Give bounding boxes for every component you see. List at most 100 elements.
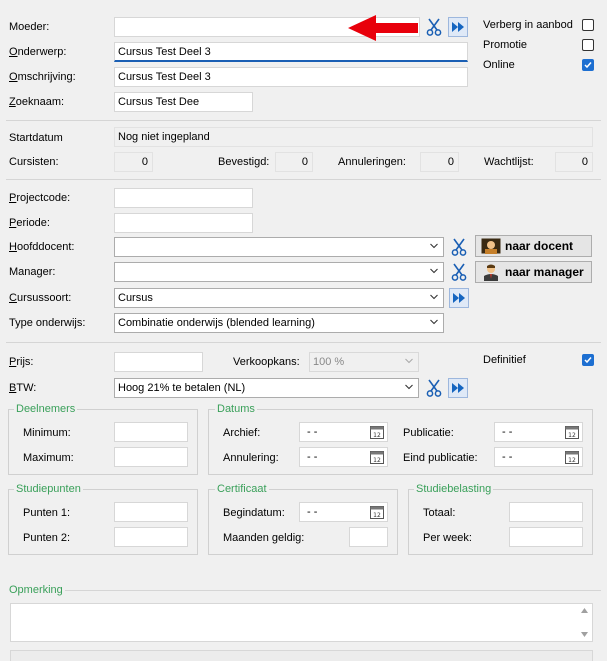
- datums-title: Datums: [215, 403, 257, 415]
- check-icon: [584, 357, 592, 364]
- wachtlijst-label: Wachtlijst:: [484, 156, 534, 168]
- svg-text:12: 12: [373, 432, 381, 439]
- btw-select[interactable]: Hoog 21% te betalen (NL): [114, 378, 419, 398]
- manager-icon: [484, 264, 498, 281]
- promotie-label: Promotie: [483, 39, 528, 51]
- totaal-input[interactable]: [509, 502, 583, 522]
- minimum-input[interactable]: [114, 422, 188, 442]
- onderwerp-input[interactable]: Cursus Test Deel 3: [114, 42, 468, 62]
- chevron-down-icon: [430, 243, 438, 249]
- fast-forward-icon[interactable]: [448, 378, 468, 398]
- per-week-input[interactable]: [509, 527, 583, 547]
- bottom-panel: [10, 650, 593, 661]
- scroll-down-icon[interactable]: [580, 631, 589, 638]
- opmerking-title: Opmerking: [7, 584, 65, 596]
- check-icon: [584, 62, 592, 69]
- startdatum-value: Nog niet ingepland: [114, 127, 593, 147]
- svg-text:12: 12: [373, 457, 381, 464]
- periode-input[interactable]: [114, 213, 253, 233]
- promotie-checkbox[interactable]: [582, 39, 594, 51]
- maximum-input[interactable]: [114, 447, 188, 467]
- prijs-label: Prijs:: [9, 356, 34, 368]
- annulering-label: Annulering:: [223, 452, 279, 464]
- separator: [6, 120, 601, 121]
- chevron-down-icon: [405, 358, 413, 364]
- maximum-label: Maximum:: [23, 452, 74, 464]
- moeder-label: Moeder:: [9, 21, 50, 33]
- punten2-label: Punten 2:: [23, 532, 71, 544]
- begindatum-label: Begindatum:: [223, 507, 285, 519]
- studiebelasting-title: Studiebelasting: [414, 483, 494, 495]
- calendar-icon[interactable]: 12: [370, 505, 384, 519]
- scissors-icon[interactable]: [424, 378, 444, 398]
- svg-text:12: 12: [568, 432, 576, 439]
- punten2-input[interactable]: [114, 527, 188, 547]
- hoofddocent-label: Hoofddocent:: [9, 241, 75, 253]
- projectcode-label: Projectcode:: [9, 192, 71, 204]
- publicatie-date-input[interactable]: - - 12: [494, 422, 583, 442]
- type-onderwijs-select[interactable]: Combinatie onderwijs (blended learning): [114, 313, 444, 333]
- prijs-input[interactable]: [114, 352, 203, 372]
- maanden-geldig-input[interactable]: [349, 527, 388, 547]
- naar-docent-button[interactable]: naar docent: [475, 235, 592, 257]
- fast-forward-icon[interactable]: [448, 17, 468, 37]
- cursussoort-select[interactable]: Cursus: [114, 288, 444, 308]
- calendar-icon[interactable]: 12: [565, 425, 579, 439]
- publicatie-label: Publicatie:: [403, 427, 454, 439]
- deelnemers-title: Deelnemers: [14, 403, 78, 415]
- svg-text:12: 12: [373, 512, 381, 519]
- chevron-down-icon: [430, 268, 438, 274]
- naar-manager-button[interactable]: naar manager: [475, 261, 592, 283]
- begindatum-date-input[interactable]: - - 12: [299, 502, 388, 522]
- cursussoort-label: Cursussoort:: [9, 292, 72, 304]
- omschrijving-label: Omschrijving:: [9, 71, 76, 83]
- separator: [6, 342, 601, 343]
- per-week-label: Per week:: [423, 532, 472, 544]
- eind-publicatie-date-input[interactable]: - - 12: [494, 447, 583, 467]
- chevron-down-icon: [430, 319, 438, 325]
- definitief-checkbox[interactable]: [582, 354, 594, 366]
- scissors-icon[interactable]: [424, 17, 444, 37]
- chevron-down-icon: [405, 384, 413, 390]
- startdatum-label: Startdatum: [9, 132, 63, 144]
- annulering-date-input[interactable]: - - 12: [299, 447, 388, 467]
- cursisten-label: Cursisten:: [9, 156, 59, 168]
- bevestigd-value: 0: [275, 152, 313, 172]
- certificaat-title: Certificaat: [215, 483, 269, 495]
- fast-forward-icon[interactable]: [449, 288, 469, 308]
- verberg-checkbox[interactable]: [582, 19, 594, 31]
- omschrijving-input[interactable]: Cursus Test Deel 3: [114, 67, 468, 87]
- svg-text:12: 12: [568, 457, 576, 464]
- studiepunten-title: Studiepunten: [14, 483, 83, 495]
- annuleringen-label: Annuleringen:: [338, 156, 406, 168]
- calendar-icon[interactable]: 12: [370, 425, 384, 439]
- projectcode-input[interactable]: [114, 188, 253, 208]
- scissors-icon[interactable]: [449, 262, 469, 282]
- totaal-label: Totaal:: [423, 507, 456, 519]
- opmerking-textarea[interactable]: [10, 603, 593, 642]
- calendar-icon[interactable]: 12: [565, 450, 579, 464]
- scissors-icon[interactable]: [449, 237, 469, 257]
- zoeknaam-input[interactable]: Cursus Test Dee: [114, 92, 253, 112]
- verkoopkans-label: Verkoopkans:: [233, 356, 300, 368]
- hoofddocent-select[interactable]: [114, 237, 444, 257]
- calendar-icon[interactable]: 12: [370, 450, 384, 464]
- archief-date-input[interactable]: - - 12: [299, 422, 388, 442]
- separator: [62, 590, 601, 591]
- manager-select[interactable]: [114, 262, 444, 282]
- punten1-label: Punten 1:: [23, 507, 71, 519]
- manager-label: Manager:: [9, 266, 56, 278]
- scroll-up-icon[interactable]: [580, 607, 589, 614]
- periode-label: Periode:: [9, 217, 50, 229]
- punten1-input[interactable]: [114, 502, 188, 522]
- eind-publicatie-label: Eind publicatie:: [403, 452, 478, 464]
- teacher-icon: [481, 238, 501, 254]
- minimum-label: Minimum:: [23, 427, 71, 439]
- definitief-label: Definitief: [483, 354, 526, 366]
- red-arrow-annotation: [348, 15, 418, 41]
- chevron-down-icon: [430, 294, 438, 300]
- bevestigd-label: Bevestigd:: [218, 156, 270, 168]
- verkoopkans-select[interactable]: 100 %: [309, 352, 419, 372]
- cursisten-value: 0: [114, 152, 153, 172]
- online-checkbox[interactable]: [582, 59, 594, 71]
